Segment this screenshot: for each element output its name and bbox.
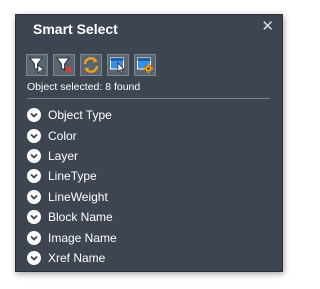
refresh-icon [83,57,99,73]
chevron-down-icon [27,250,41,265]
filter-select-button[interactable] [26,54,48,76]
panel-title: Smart Select [33,21,118,37]
filter-item-label: Color [48,128,77,143]
filter-item-label: LineWeight [48,189,108,204]
close-icon[interactable]: ✕ [261,17,274,35]
smart-select-panel: Smart Select ✕ Object selected: 8 found … [15,14,283,272]
select-settings-icon [137,57,154,74]
filter-item-object-type[interactable]: Object Type [27,105,272,125]
refresh-button[interactable] [80,54,102,76]
chevron-down-icon [27,169,41,184]
chevron-down-icon [27,148,41,163]
filter-item-label: Xref Name [48,250,106,265]
chevron-down-icon [27,189,41,204]
filter-select-icon [29,57,45,74]
select-settings-button[interactable] [134,54,156,76]
chevron-down-icon [27,210,41,225]
filter-item-label: Layer [48,148,79,163]
chevron-down-icon [27,230,41,245]
filter-item-color[interactable]: Color [27,125,272,145]
filter-item-label: Block Name [48,210,113,225]
filter-item-layer[interactable]: Layer [27,146,272,166]
selection-status: Object selected: 8 found [27,81,141,93]
filter-clear-icon [56,57,72,73]
filter-item-label: Image Name [48,230,117,245]
toolbar [26,54,156,76]
filter-item-image-name[interactable]: Image Name [27,227,272,247]
select-window-icon [110,57,125,74]
filter-list: Object Type Color Layer LineType LineWei… [27,105,272,268]
filter-clear-button[interactable] [53,54,75,76]
chevron-down-icon [27,108,41,123]
filter-item-linetype[interactable]: LineType [27,166,272,186]
filter-item-block-name[interactable]: Block Name [27,207,272,227]
divider [27,98,270,99]
select-window-button[interactable] [107,54,129,76]
filter-item-xref-name[interactable]: Xref Name [27,248,272,268]
filter-item-label: Object Type [48,108,112,123]
filter-item-label: LineType [48,169,97,184]
title-bar[interactable]: Smart Select ✕ [16,15,282,43]
filter-item-lineweight[interactable]: LineWeight [27,187,272,207]
chevron-down-icon [27,128,41,143]
